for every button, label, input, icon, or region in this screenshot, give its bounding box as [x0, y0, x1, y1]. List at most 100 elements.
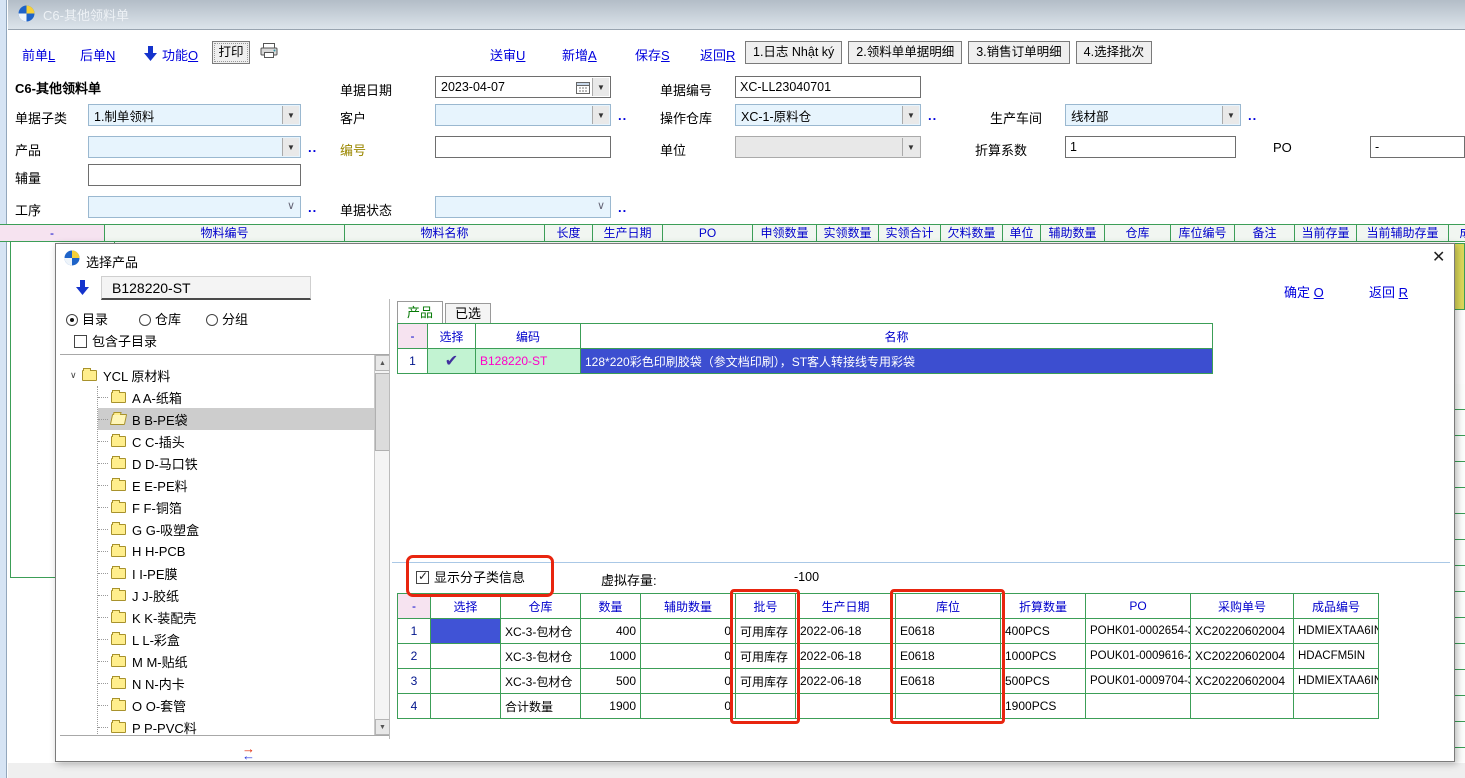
return-link[interactable]: 返回R	[700, 45, 735, 64]
product-selected-check[interactable]: ✔	[428, 349, 476, 374]
include-subfolder-checkbox[interactable]: 包含子目录	[74, 331, 157, 350]
swap-arrows-icon[interactable]: →←	[242, 745, 255, 759]
tree-item[interactable]: P P-PVC料	[98, 716, 390, 736]
tree-item[interactable]: J J-胶纸	[98, 584, 390, 606]
requisition-detail-button[interactable]: 2.领料单单据明细	[848, 41, 962, 64]
tree-root[interactable]: ∨ YCL 原材料	[70, 364, 390, 386]
scroll-thumb[interactable]	[375, 373, 390, 451]
search-down-arrow-icon[interactable]	[76, 280, 89, 300]
close-icon[interactable]: ✕	[1432, 247, 1445, 267]
radio-group[interactable]: 分组	[206, 309, 248, 328]
batch-row[interactable]: 3XC-3-包材仓5000可用库存2022-06-18E0618500PCSPO…	[398, 669, 1379, 694]
sub-type-dropdown-button[interactable]: ▼	[282, 106, 299, 124]
material-grid-header-cell: 长度	[545, 225, 593, 242]
radio-group-icon[interactable]	[206, 314, 218, 326]
print-button[interactable]: 打印	[212, 41, 250, 64]
back-link[interactable]: 返回 R	[1369, 282, 1408, 301]
batch-row[interactable]: 1XC-3-包材仓4000可用库存2022-06-18E0618400PCSPO…	[398, 619, 1379, 644]
product-search-input[interactable]	[101, 276, 311, 300]
next-doc-link[interactable]: 后单N	[80, 45, 115, 64]
workshop-value: 线材部	[1071, 106, 1109, 125]
product-row-number: 1	[398, 349, 428, 374]
po-input[interactable]	[1370, 136, 1465, 158]
workshop-dropdown-button[interactable]: ▼	[1222, 106, 1239, 124]
scroll-up-icon[interactable]: ▲	[375, 355, 390, 371]
tree-item[interactable]: E E-PE料	[98, 474, 390, 496]
radio-catalog[interactable]: 目录	[66, 309, 108, 328]
code-input[interactable]	[435, 136, 611, 158]
calendar-icon[interactable]	[576, 81, 590, 97]
tree-item[interactable]: K K-装配壳	[98, 606, 390, 628]
tree-item-label: M M-贴纸	[132, 652, 188, 671]
tree-item[interactable]: I I-PE膜	[98, 562, 390, 584]
log-button[interactable]: 1.日志 Nhật ký	[745, 41, 842, 64]
product-more-dots[interactable]: ..	[308, 140, 317, 155]
radio-catalog-icon[interactable]	[66, 314, 78, 326]
tree-expander-icon[interactable]: ∨	[70, 370, 82, 381]
function-menu-link[interactable]: 功能O	[162, 45, 198, 64]
batch-row[interactable]: 4合计数量190001900PCS	[398, 694, 1379, 719]
doc-date-combo[interactable]: 2023-04-07 ▼	[435, 76, 611, 98]
tree-item[interactable]: C C-插头	[98, 430, 390, 452]
confirm-link[interactable]: 确定 O	[1284, 282, 1324, 301]
tree-item[interactable]: A A-纸箱	[98, 386, 390, 408]
aux-qty-input[interactable]	[88, 164, 301, 186]
tab-selected[interactable]: 已选	[445, 303, 491, 324]
workshop-more-dots[interactable]: ..	[1248, 108, 1257, 123]
tree-item[interactable]: N N-内卡	[98, 672, 390, 694]
product-grid-header-cell: -	[398, 324, 428, 349]
conv-factor-input[interactable]	[1065, 136, 1236, 158]
tab-products[interactable]: 产品	[397, 301, 443, 324]
product-row[interactable]: 1✔B128220-ST128*220彩色印刷胶袋（参文档印刷），ST客人转接线…	[398, 349, 1213, 374]
tree-item[interactable]: B B-PE袋	[98, 408, 390, 430]
op-warehouse-dropdown-button[interactable]: ▼	[902, 106, 919, 124]
tree-item[interactable]: D D-马口铁	[98, 452, 390, 474]
sub-type-combo[interactable]: 1.制单领料 ▼	[88, 104, 301, 126]
process-more-dots[interactable]: ..	[308, 200, 317, 215]
doc-no-input[interactable]	[735, 76, 921, 98]
product-dropdown-button[interactable]: ▼	[282, 138, 299, 156]
doc-status-more-dots[interactable]: ..	[618, 200, 627, 215]
batch-cell[interactable]	[431, 619, 501, 644]
save-link[interactable]: 保存S	[635, 45, 670, 64]
tree-item[interactable]: L L-彩盒	[98, 628, 390, 650]
submit-link[interactable]: 送审U	[490, 45, 525, 64]
batch-cell: 1900	[581, 694, 641, 719]
product-combo[interactable]: ▼	[88, 136, 301, 158]
op-warehouse-more-dots[interactable]: ..	[928, 108, 937, 123]
scroll-down-icon[interactable]: ▼	[375, 719, 390, 735]
sales-order-detail-button[interactable]: 3.销售订单明细	[968, 41, 1069, 64]
batch-cell: 1000	[581, 644, 641, 669]
customer-more-dots[interactable]: ..	[618, 108, 627, 123]
workshop-combo[interactable]: 线材部 ▼	[1065, 104, 1241, 126]
batch-cell[interactable]	[431, 694, 501, 719]
op-warehouse-combo[interactable]: XC-1-原料仓 ▼	[735, 104, 921, 126]
doc-status-combo[interactable]: ∨	[435, 196, 611, 218]
tree-item[interactable]: F F-铜箔	[98, 496, 390, 518]
tree-scrollbar[interactable]: ▲ ▼	[374, 355, 390, 735]
include-subfolder-checkbox-icon[interactable]	[74, 335, 87, 348]
select-batch-button[interactable]: 4.选择批次	[1076, 41, 1152, 64]
prev-doc-link[interactable]: 前单L	[22, 45, 55, 64]
product-name[interactable]: 128*220彩色印刷胶袋（参文档印刷），ST客人转接线专用彩袋	[581, 349, 1213, 374]
doc-date-dropdown-button[interactable]: ▼	[592, 78, 609, 96]
unit-dropdown-button[interactable]: ▼	[902, 138, 919, 156]
customer-dropdown-button[interactable]: ▼	[592, 106, 609, 124]
tree-item-label: C C-插头	[132, 432, 185, 451]
tree-item[interactable]: M M-贴纸	[98, 650, 390, 672]
batch-row[interactable]: 2XC-3-包材仓10000可用库存2022-06-18E06181000PCS…	[398, 644, 1379, 669]
customer-combo[interactable]: ▼	[435, 104, 611, 126]
material-grid-header-cell: 成品名称	[1449, 225, 1465, 242]
batch-cell[interactable]	[431, 644, 501, 669]
material-grid-header-cell: 辅助数量	[1041, 225, 1105, 242]
radio-warehouse[interactable]: 仓库	[139, 309, 181, 328]
add-new-link[interactable]: 新增A	[562, 45, 597, 64]
printer-icon[interactable]	[260, 43, 278, 64]
batch-cell[interactable]	[431, 669, 501, 694]
radio-warehouse-icon[interactable]	[139, 314, 151, 326]
tree-item[interactable]: O O-套管	[98, 694, 390, 716]
tree-item[interactable]: H H-PCB	[98, 540, 390, 562]
tree-item[interactable]: G G-吸塑盒	[98, 518, 390, 540]
process-combo[interactable]: ∨	[88, 196, 301, 218]
unit-combo[interactable]: ▼	[735, 136, 921, 158]
